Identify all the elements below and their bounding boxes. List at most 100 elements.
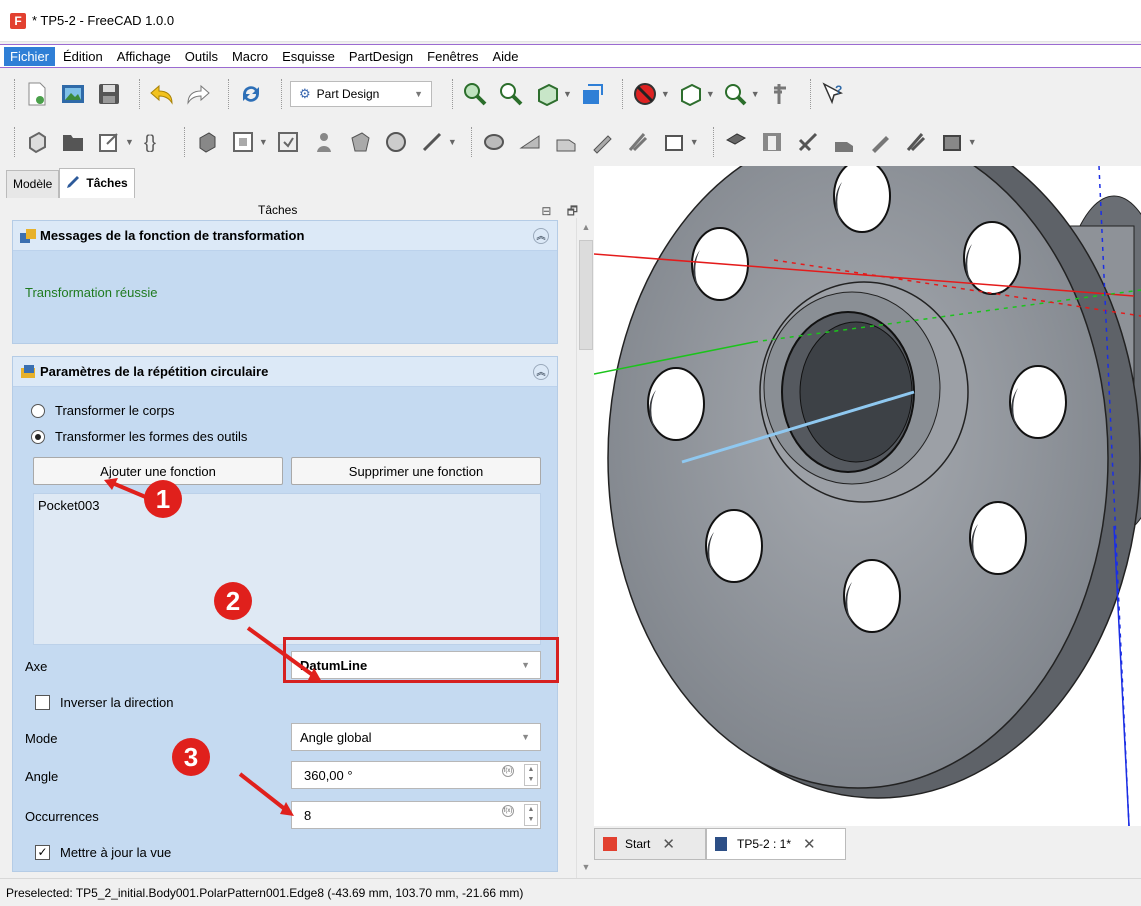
- chevron-down-icon[interactable]: ▼: [706, 89, 715, 99]
- menu-fichier[interactable]: Fichier: [4, 46, 56, 66]
- toolbar-handle[interactable]: [14, 79, 15, 109]
- freecad-logo-icon: F: [10, 13, 26, 29]
- loft-icon[interactable]: [552, 128, 580, 156]
- zoom-selection-icon[interactable]: [497, 80, 525, 108]
- workbench-selector[interactable]: ⚙ Part Design ▼: [290, 81, 432, 107]
- reverse-direction-checkbox[interactable]: Inverser la direction: [35, 695, 173, 710]
- additive-primitive-icon[interactable]: [660, 128, 688, 156]
- chevron-down-icon[interactable]: ▼: [448, 137, 457, 147]
- polar-pattern-params-header[interactable]: Paramètres de la répétition circulaire ︽: [13, 357, 557, 387]
- vertical-scrollbar[interactable]: ▲ ▼: [576, 218, 594, 878]
- hole-icon[interactable]: [758, 128, 786, 156]
- chevron-down-icon[interactable]: ▼: [690, 137, 699, 147]
- pad-icon[interactable]: [480, 128, 508, 156]
- menu-affichage[interactable]: Affichage: [111, 47, 177, 66]
- expression-icon[interactable]: f(x): [502, 805, 514, 817]
- menu-macro[interactable]: Macro: [226, 47, 274, 66]
- toolbar-separator: [452, 79, 453, 109]
- whats-this-icon[interactable]: ?: [819, 80, 847, 108]
- chevron-down-icon[interactable]: ▼: [563, 89, 572, 99]
- chevron-down-icon[interactable]: ▼: [259, 137, 268, 147]
- clone-icon[interactable]: [274, 128, 302, 156]
- tab-taches[interactable]: Tâches: [59, 168, 135, 198]
- draw-style-icon[interactable]: [631, 80, 659, 108]
- pipe-icon[interactable]: [588, 128, 616, 156]
- 3d-view[interactable]: [594, 166, 1141, 826]
- occurrences-input[interactable]: 8 f(x) ▲ ▼: [291, 801, 541, 829]
- zoom-icon[interactable]: [721, 80, 749, 108]
- measure-caliper-icon[interactable]: [766, 80, 794, 108]
- menu-edition[interactable]: Édition: [57, 47, 109, 66]
- flange-model-render: [594, 166, 1141, 826]
- document-tabs: Start ✕ TP5-2 : 1* ✕: [594, 826, 1141, 878]
- tab-modele[interactable]: Modèle: [6, 170, 60, 198]
- scroll-down-icon[interactable]: ▼: [579, 862, 593, 876]
- chevron-down-icon[interactable]: ▼: [125, 137, 134, 147]
- box-view-icon[interactable]: [676, 80, 704, 108]
- radio-button-selected[interactable]: [31, 429, 45, 444]
- save-icon[interactable]: [95, 80, 123, 108]
- expression-icon[interactable]: f(x): [502, 765, 514, 777]
- subtractive-helix-icon[interactable]: [902, 128, 930, 156]
- mode-select[interactable]: Angle global ▼: [291, 723, 541, 751]
- task-scroll-area[interactable]: Messages de la fonction de transformatio…: [8, 218, 594, 878]
- menu-esquisse[interactable]: Esquisse: [276, 47, 341, 66]
- line-tool-icon[interactable]: [418, 128, 446, 156]
- collapse-icon[interactable]: ︽: [533, 227, 549, 244]
- chevron-down-icon[interactable]: ▼: [968, 137, 977, 147]
- zoom-fit-all-icon[interactable]: [461, 80, 489, 108]
- undo-icon[interactable]: [148, 80, 176, 108]
- list-item[interactable]: Pocket003: [38, 498, 99, 513]
- helix-icon[interactable]: [624, 128, 652, 156]
- refresh-icon[interactable]: [237, 80, 265, 108]
- menu-fenetres[interactable]: Fenêtres: [421, 47, 484, 66]
- group-folder-icon[interactable]: [59, 128, 87, 156]
- checkbox[interactable]: [35, 695, 50, 710]
- chevron-down-icon[interactable]: ▼: [661, 89, 670, 99]
- tab-taches-label: Tâches: [86, 176, 128, 190]
- radio-transform-tools[interactable]: Transformer les formes des outils: [31, 429, 247, 444]
- spin-arrows-icon[interactable]: ▲ ▼: [524, 804, 538, 826]
- transform-status-message: Transformation réussie: [25, 285, 158, 300]
- part-icon[interactable]: [23, 128, 51, 156]
- primitive-person-icon[interactable]: [310, 128, 338, 156]
- tab-start[interactable]: Start ✕: [594, 828, 706, 860]
- angle-input[interactable]: 360,00 ° f(x) ▲ ▼: [291, 761, 541, 789]
- scroll-up-icon[interactable]: ▲: [579, 222, 593, 236]
- collapse-icon[interactable]: ︽: [533, 363, 549, 380]
- variable-set-icon[interactable]: {}: [140, 128, 168, 156]
- menu-aide[interactable]: Aide: [486, 47, 524, 66]
- body-icon[interactable]: [193, 128, 221, 156]
- redo-icon[interactable]: [184, 80, 212, 108]
- menu-partdesign[interactable]: PartDesign: [343, 47, 419, 66]
- scrollbar-thumb[interactable]: [579, 240, 593, 350]
- link-icon[interactable]: [95, 128, 123, 156]
- new-document-icon[interactable]: [23, 80, 51, 108]
- radio-transform-body[interactable]: Transformer le corps: [31, 403, 174, 418]
- remove-feature-button[interactable]: Supprimer une fonction: [291, 457, 541, 485]
- open-document-icon[interactable]: [59, 80, 87, 108]
- spin-arrows-icon[interactable]: ▲ ▼: [524, 764, 538, 786]
- isometric-view-icon[interactable]: [533, 80, 561, 108]
- radio-button[interactable]: [31, 403, 45, 418]
- checkbox-checked[interactable]: ✓: [35, 845, 50, 860]
- features-list[interactable]: Pocket003: [33, 493, 541, 645]
- transform-messages-header[interactable]: Messages de la fonction de transformatio…: [13, 221, 557, 251]
- subtractive-primitive-icon[interactable]: [938, 128, 966, 156]
- subtractive-loft-icon[interactable]: [830, 128, 858, 156]
- additive-helix-icon[interactable]: [382, 128, 410, 156]
- pocket-icon[interactable]: [722, 128, 750, 156]
- close-icon[interactable]: ✕: [803, 835, 816, 853]
- chevron-down-icon[interactable]: ▼: [751, 89, 760, 99]
- menu-outils[interactable]: Outils: [179, 47, 224, 66]
- subtractive-pipe-icon[interactable]: [866, 128, 894, 156]
- groove-icon[interactable]: [794, 128, 822, 156]
- tab-tp5-2[interactable]: TP5-2 : 1* ✕: [706, 828, 846, 860]
- additive-shape-icon[interactable]: [346, 128, 374, 156]
- measure-view-icon[interactable]: [578, 80, 606, 108]
- shape-binder-icon[interactable]: [229, 128, 257, 156]
- close-icon[interactable]: ✕: [662, 835, 675, 853]
- revolution-icon[interactable]: [516, 128, 544, 156]
- toolbar-handle[interactable]: [14, 127, 15, 157]
- update-view-checkbox[interactable]: ✓ Mettre à jour la vue: [35, 845, 171, 860]
